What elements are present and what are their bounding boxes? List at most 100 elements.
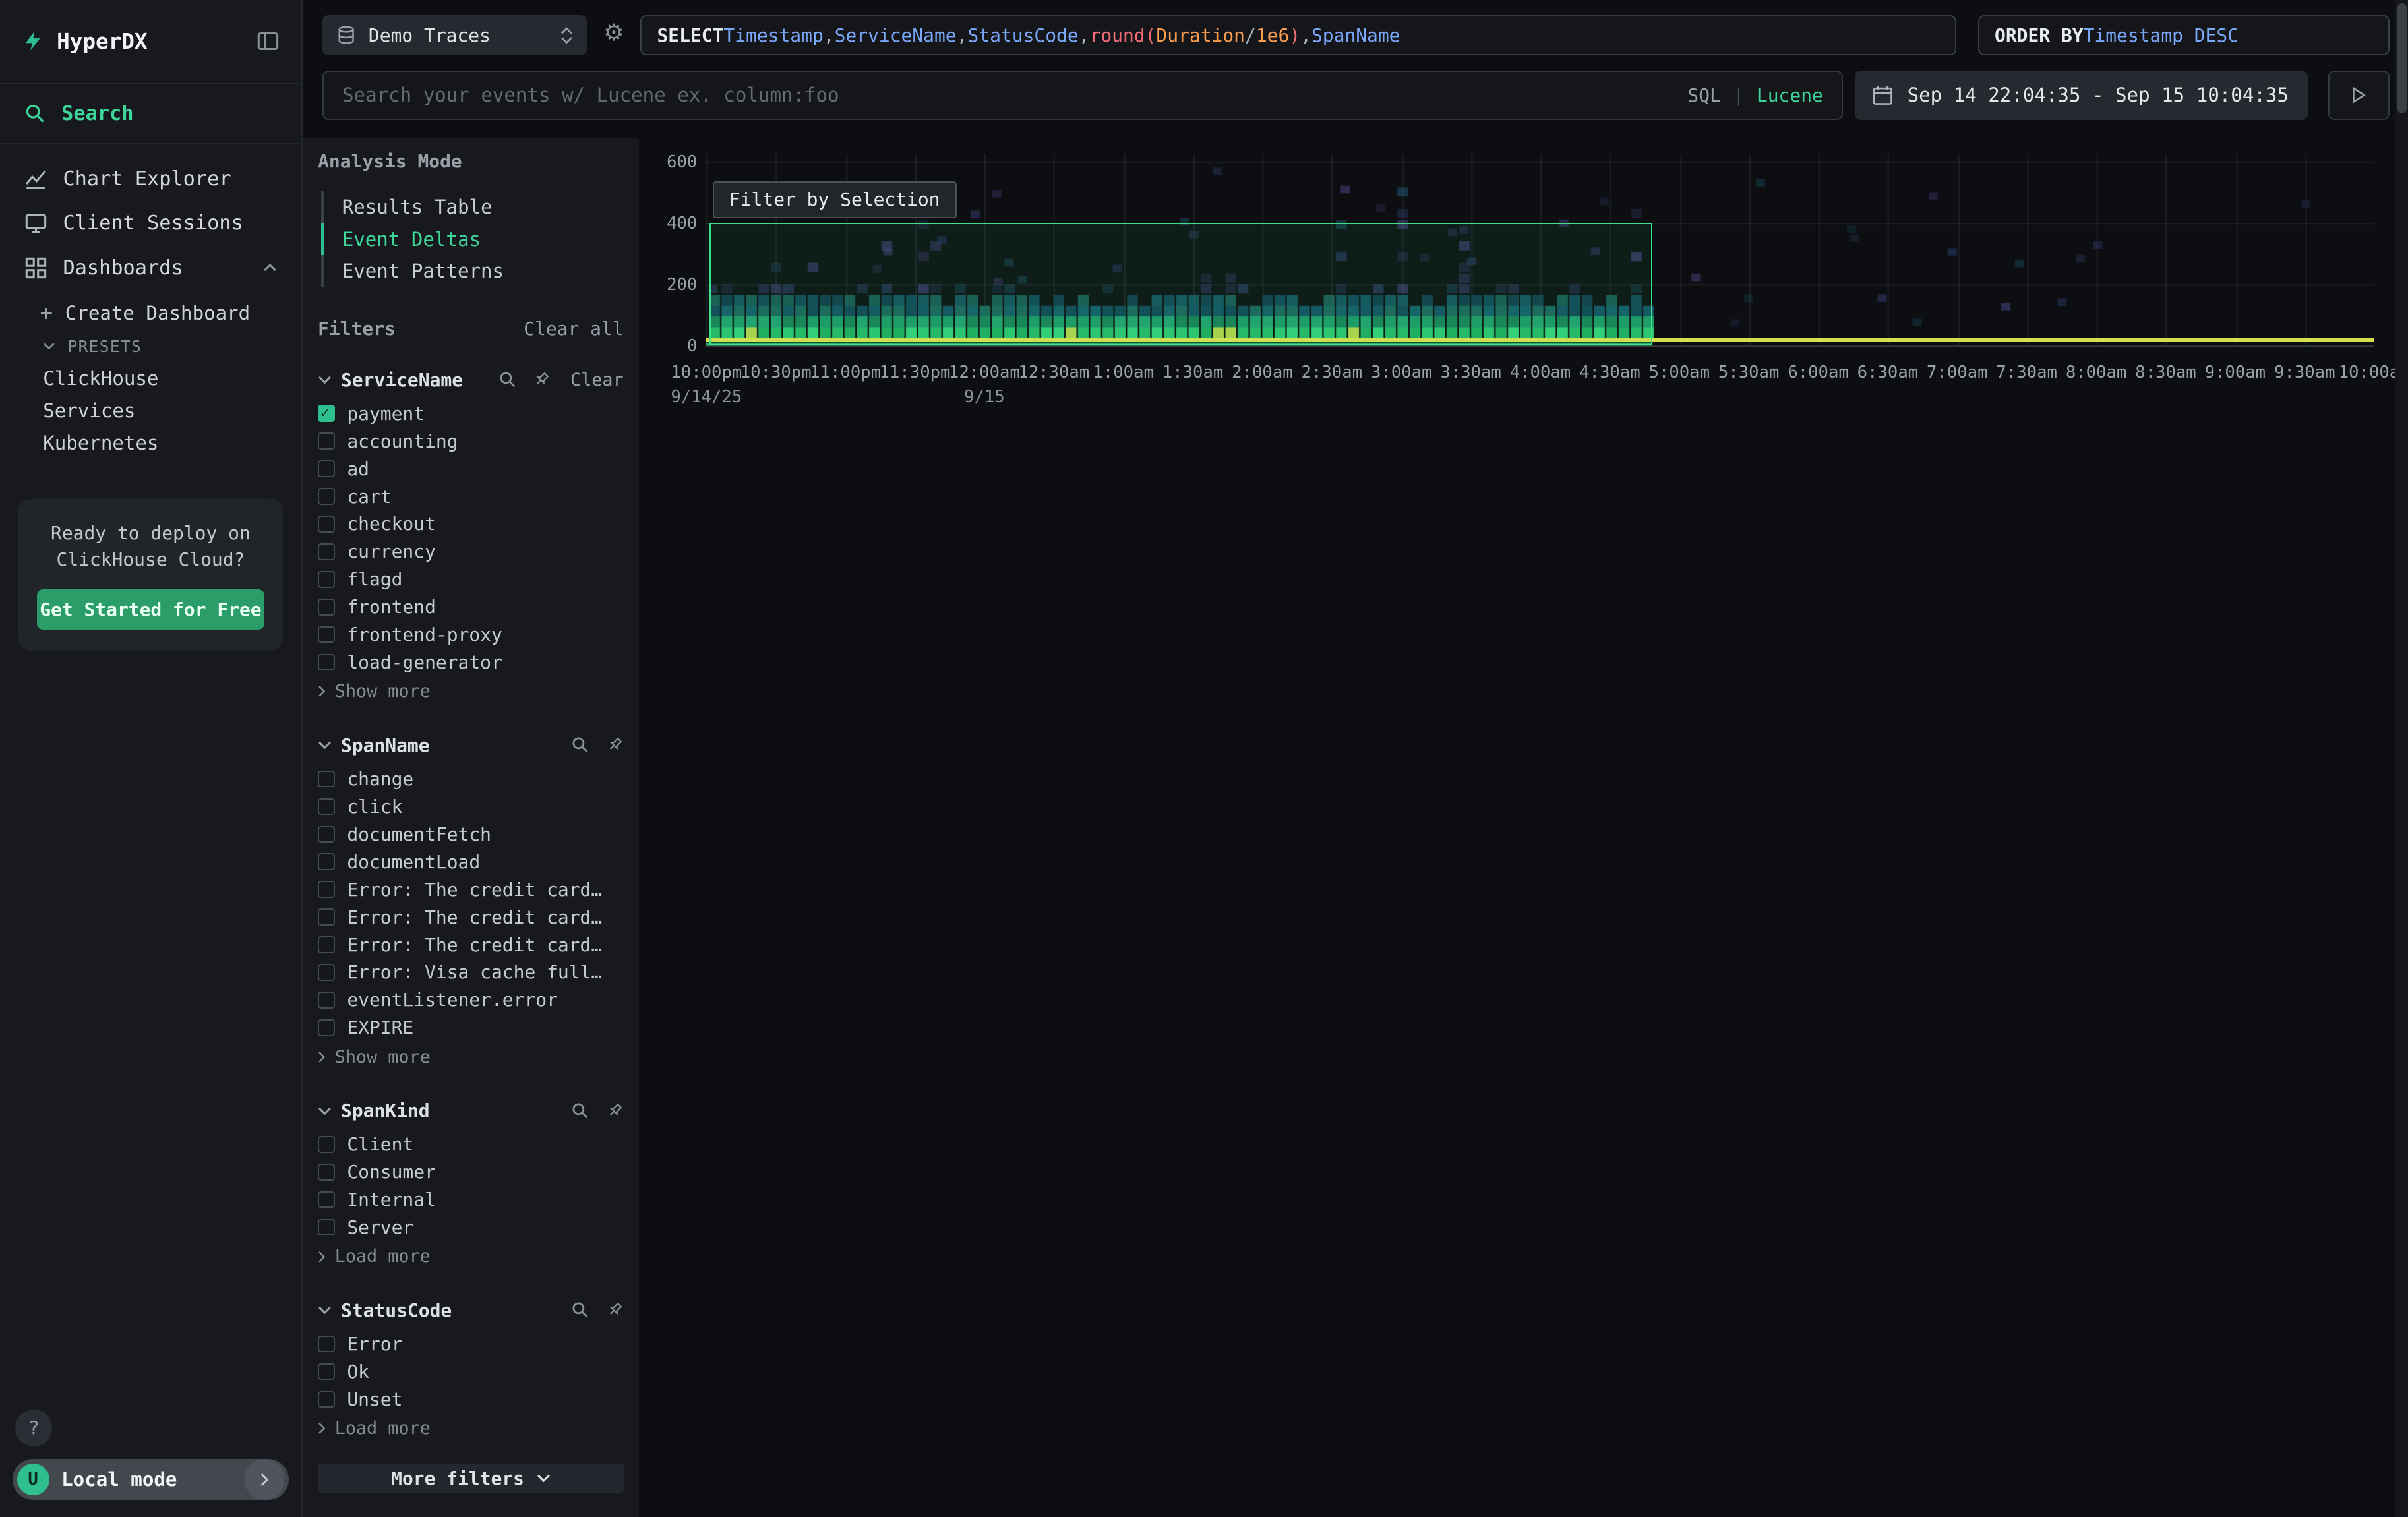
create-dashboard-button[interactable]: + Create Dashboard [0, 296, 301, 330]
date-range-picker[interactable]: Sep 14 22:04:35 - Sep 15 10:04:35 [1855, 71, 2308, 120]
sidebar-item-dashboards[interactable]: Dashboards [0, 246, 301, 291]
filter-option-error[interactable]: Error [318, 1330, 623, 1358]
checkbox-unchecked[interactable] [318, 599, 335, 616]
load-more-link[interactable]: Load more [318, 1243, 623, 1270]
checkbox-unchecked[interactable] [318, 826, 335, 843]
filter-option-client[interactable]: Client [318, 1131, 623, 1158]
preset-item-services[interactable]: Services [0, 395, 301, 427]
checkbox-unchecked[interactable] [318, 626, 335, 643]
filter-pin-icon[interactable] [532, 371, 551, 389]
filter-group-clear-button[interactable]: Clear [570, 370, 624, 390]
show-more-link[interactable]: Show more [318, 678, 623, 705]
filter-option-error-the-credit-card[interactable]: Error: The credit card (… [318, 903, 623, 931]
filter-pin-icon[interactable] [605, 1102, 624, 1120]
filter-group-header[interactable]: SpanName [318, 730, 623, 761]
filter-search-icon[interactable] [571, 736, 589, 754]
source-settings-gear-icon[interactable]: ⚙ [603, 22, 624, 45]
checkbox-unchecked[interactable] [318, 1219, 335, 1236]
filter-option-frontend-proxy[interactable]: frontend-proxy [318, 621, 623, 649]
filter-option-frontend[interactable]: frontend [318, 593, 623, 621]
checkbox-unchecked[interactable] [318, 488, 335, 505]
filter-option-load-generator[interactable]: load-generator [318, 649, 623, 676]
filter-option-server[interactable]: Server [318, 1214, 623, 1241]
chevron-up-icon[interactable] [263, 263, 277, 272]
checkbox-unchecked[interactable] [318, 771, 335, 788]
filter-group-header[interactable]: SpanKind [318, 1095, 623, 1126]
checkbox-unchecked[interactable] [318, 964, 335, 981]
filter-search-icon[interactable] [571, 1301, 589, 1319]
filter-option-error-the-credit-card[interactable]: Error: The credit card (… [318, 931, 623, 959]
filter-option-accounting[interactable]: accounting [318, 427, 623, 455]
filter-option-documentload[interactable]: documentLoad [318, 848, 623, 876]
filter-option-ad[interactable]: ad [318, 455, 623, 483]
local-mode-pill[interactable]: U Local mode [13, 1459, 289, 1501]
checkbox-unchecked[interactable] [318, 460, 335, 477]
filter-by-selection-button[interactable]: Filter by Selection [713, 181, 957, 218]
checkbox-unchecked[interactable] [318, 432, 335, 450]
get-started-button[interactable]: Get Started for Free [37, 589, 264, 630]
checkbox-unchecked[interactable] [318, 1136, 335, 1153]
sidebar-item-search[interactable]: Search [0, 83, 301, 144]
checkbox-unchecked[interactable] [318, 516, 335, 533]
preset-item-kubernetes[interactable]: Kubernetes [0, 427, 301, 459]
sidebar-item-client-sessions[interactable]: Client Sessions [0, 201, 301, 246]
checkbox-checked[interactable] [318, 405, 335, 422]
checkbox-unchecked[interactable] [318, 992, 335, 1009]
presets-toggle[interactable]: PRESETS [0, 330, 301, 363]
filter-option-payment[interactable]: payment [318, 400, 623, 427]
filter-option-flagd[interactable]: flagd [318, 566, 623, 593]
checkbox-unchecked[interactable] [318, 798, 335, 816]
filter-option-click[interactable]: click [318, 792, 623, 820]
checkbox-unchecked[interactable] [318, 1191, 335, 1208]
filter-group-header[interactable]: ServiceNameClear [318, 365, 623, 396]
filter-option-change[interactable]: change [318, 765, 623, 793]
more-filters-button[interactable]: More filters [318, 1464, 623, 1493]
filter-option-checkout[interactable]: checkout [318, 510, 623, 538]
filter-search-icon[interactable] [498, 371, 517, 389]
run-query-button[interactable] [2328, 71, 2390, 120]
checkbox-unchecked[interactable] [318, 1164, 335, 1181]
checkbox-unchecked[interactable] [318, 654, 335, 671]
mode-event-patterns[interactable]: Event Patterns [321, 255, 624, 287]
checkbox-unchecked[interactable] [318, 881, 335, 898]
filter-option-error-the-credit-card[interactable]: Error: The credit card (… [318, 876, 623, 903]
checkbox-unchecked[interactable] [318, 853, 335, 870]
filter-pin-icon[interactable] [605, 1301, 624, 1319]
chevron-right-icon[interactable] [245, 1459, 285, 1501]
select-columns-input[interactable]: SELECT Timestamp, ServiceName, StatusCod… [640, 15, 1956, 55]
show-more-link[interactable]: Show more [318, 1043, 623, 1071]
filter-option-expire[interactable]: EXPIRE [318, 1014, 623, 1042]
sidebar-collapse-icon[interactable] [256, 30, 280, 53]
mode-event-deltas[interactable]: Event Deltas [321, 223, 624, 255]
clear-all-filters-button[interactable]: Clear all [524, 318, 623, 340]
filter-option-currency[interactable]: currency [318, 538, 623, 566]
mode-results-table[interactable]: Results Table [321, 191, 624, 223]
preset-item-clickhouse[interactable]: ClickHouse [0, 363, 301, 395]
checkbox-unchecked[interactable] [318, 1336, 335, 1353]
checkbox-unchecked[interactable] [318, 543, 335, 560]
checkbox-unchecked[interactable] [318, 908, 335, 926]
filter-option-unset[interactable]: Unset [318, 1385, 623, 1413]
checkbox-unchecked[interactable] [318, 1019, 335, 1036]
sidebar-item-chart-explorer[interactable]: Chart Explorer [0, 157, 301, 202]
filter-option-ok[interactable]: Ok [318, 1358, 623, 1386]
filter-pin-icon[interactable] [605, 736, 624, 754]
order-by-input[interactable]: ORDER BY Timestamp DESC [1978, 15, 2390, 55]
load-more-link[interactable]: Load more [318, 1415, 623, 1443]
checkbox-unchecked[interactable] [318, 936, 335, 953]
filter-option-consumer[interactable]: Consumer [318, 1158, 623, 1186]
filter-option-eventlistener-error[interactable]: eventListener.error [318, 986, 623, 1014]
scrollbar-thumb[interactable] [2397, 3, 2407, 114]
filter-group-header[interactable]: StatusCode [318, 1295, 623, 1326]
filter-search-icon[interactable] [571, 1102, 589, 1120]
language-toggle-sql[interactable]: SQL [1687, 84, 1720, 106]
search-input[interactable] [342, 84, 1675, 106]
checkbox-unchecked[interactable] [318, 1363, 335, 1381]
language-toggle-lucene[interactable]: Lucene [1757, 84, 1823, 106]
filter-option-error-visa-cache-full[interactable]: Error: Visa cache full: … [318, 959, 623, 986]
checkbox-unchecked[interactable] [318, 1391, 335, 1408]
chart-selection-region[interactable] [709, 223, 1652, 345]
checkbox-unchecked[interactable] [318, 571, 335, 588]
help-button[interactable]: ? [15, 1410, 52, 1446]
filter-option-cart[interactable]: cart [318, 483, 623, 510]
